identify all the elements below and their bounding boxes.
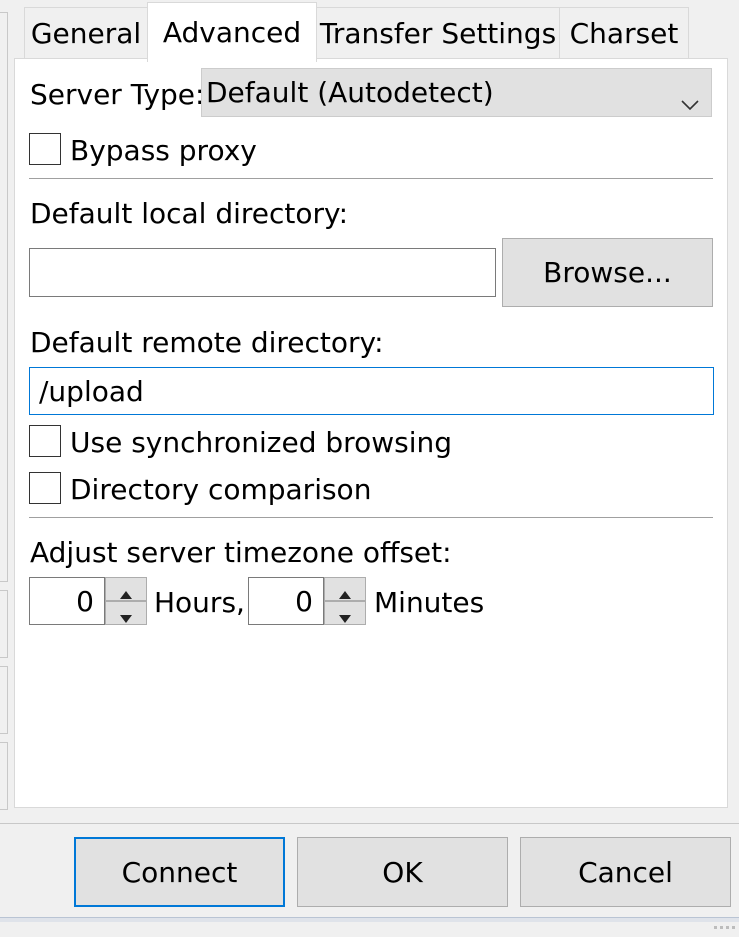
browse-label: Browse... [543, 256, 672, 289]
dir-comparison-label[interactable]: Directory comparison [70, 476, 371, 504]
separator-1 [29, 178, 713, 179]
timezone-label: Adjust server timezone offset: [30, 536, 452, 569]
hours-spin-down[interactable] [105, 601, 147, 625]
cancel-button[interactable]: Cancel [520, 837, 731, 907]
spin-down-icon [339, 597, 351, 630]
local-dir-input[interactable] [29, 248, 496, 297]
server-type-label: Server Type: [30, 78, 205, 111]
local-dir-label: Default local directory: [30, 197, 349, 230]
resize-grip-icon[interactable] [712, 904, 736, 929]
bypass-proxy-checkbox[interactable] [29, 133, 61, 165]
minutes-input[interactable]: 0 [248, 577, 324, 625]
server-type-value: Default (Autodetect) [206, 76, 494, 109]
remote-dir-input[interactable]: /upload [29, 367, 714, 415]
chevron-down-icon [681, 85, 699, 118]
server-type-select[interactable]: Default (Autodetect) [201, 68, 712, 117]
ok-label: OK [382, 855, 423, 889]
browse-button[interactable]: Browse... [502, 238, 713, 307]
cancel-label: Cancel [578, 855, 673, 889]
dir-comparison-checkbox[interactable] [29, 472, 61, 504]
hours-input[interactable]: 0 [29, 577, 105, 625]
bypass-proxy-label[interactable]: Bypass proxy [70, 137, 257, 165]
sync-browsing-label[interactable]: Use synchronized browsing [70, 429, 452, 457]
ok-button[interactable]: OK [297, 837, 508, 907]
minutes-spin-down[interactable] [324, 601, 366, 625]
hours-value: 0 [76, 584, 94, 618]
connect-label: Connect [121, 855, 238, 889]
hours-label: Hours, [154, 586, 245, 619]
minutes-label: Minutes [374, 586, 485, 619]
spin-down-icon [120, 597, 132, 630]
underlying-window-strip [0, 917, 739, 922]
bottom-separator [0, 823, 739, 824]
remote-dir-value: /upload [39, 374, 144, 408]
separator-2 [29, 517, 713, 518]
connect-button[interactable]: Connect [74, 837, 285, 907]
remote-dir-label: Default remote directory: [30, 326, 384, 359]
sync-browsing-checkbox[interactable] [29, 425, 61, 457]
minutes-value: 0 [295, 584, 313, 618]
